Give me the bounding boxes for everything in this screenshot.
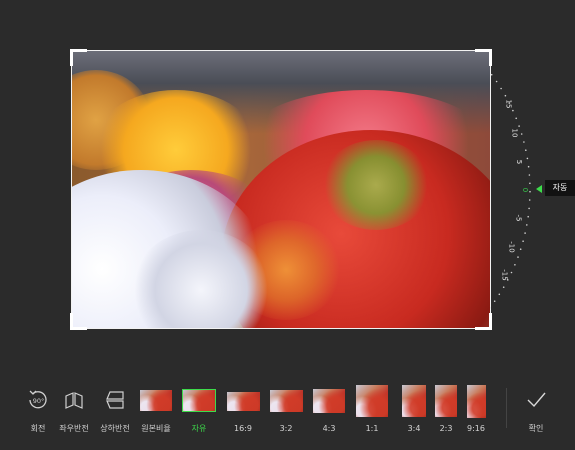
flip-horizontal-label: 좌우반전	[59, 424, 89, 433]
rotate-label: 회전	[30, 424, 46, 433]
rotate-badge: 90°	[33, 397, 45, 405]
dial-tick	[525, 149, 527, 151]
dial-tick	[512, 109, 514, 112]
ratio-4-3-button[interactable]: 4:3	[311, 384, 347, 434]
ratio-1-1-button[interactable]: 1:1	[354, 384, 390, 434]
ratio-2-3-thumbnail	[435, 385, 457, 417]
ratio-label: 3:2	[279, 424, 293, 433]
crop-handle-bottom-right[interactable]	[475, 313, 492, 330]
dial-label: 15	[504, 99, 513, 109]
dial-label-current: 0	[521, 187, 530, 193]
ratio-original-button[interactable]: 원본비율	[138, 384, 174, 434]
ratio-3-4-thumbnail	[402, 385, 426, 417]
dial-tick	[526, 157, 529, 160]
ratio-label: 원본비율	[141, 424, 171, 433]
dial-tick	[527, 215, 529, 218]
dial-tick	[490, 73, 493, 76]
dial-label: 5	[515, 159, 524, 165]
ratio-free-thumbnail	[182, 389, 216, 412]
crop-handle-top-right[interactable]	[475, 49, 492, 66]
dial-tick	[515, 117, 517, 120]
rotate-button[interactable]: 90° 회전	[20, 384, 56, 434]
dial-tick	[495, 80, 498, 83]
crop-handle-top-left[interactable]	[70, 49, 87, 66]
ratio-16-9-button[interactable]: 16:9	[225, 384, 261, 434]
dial-label: 10	[510, 128, 519, 138]
flip-horizontal-button[interactable]: 좌우반전	[56, 384, 92, 434]
dial-tick	[517, 256, 519, 258]
dial-label: -5	[514, 214, 523, 222]
dial-tick	[493, 300, 496, 302]
dial-tick	[522, 240, 524, 242]
dial-label: -10	[507, 241, 516, 253]
crop-frame[interactable]	[70, 49, 492, 330]
dial-tick	[527, 165, 530, 168]
ratio-label: 자유	[191, 424, 207, 433]
dial-tick	[528, 199, 531, 201]
ratio-1-1-thumbnail	[356, 385, 388, 417]
dial-tick	[524, 232, 526, 234]
flip-vertical-button[interactable]: 상하반전	[97, 384, 133, 434]
ratio-9-16-button[interactable]: 9:16	[458, 384, 494, 434]
dial-tick	[529, 182, 531, 185]
ratio-label: 4:3	[322, 424, 336, 433]
ratio-label: 3:4	[407, 424, 421, 433]
dial-tick	[528, 207, 530, 210]
ratio-9-16-thumbnail	[466, 385, 486, 418]
confirm-label: 확인	[528, 424, 544, 433]
dial-tick	[528, 174, 531, 176]
toolbar-divider	[506, 388, 507, 428]
checkmark-icon	[520, 384, 552, 415]
flip-horizontal-icon	[58, 384, 90, 415]
dial-tick	[502, 286, 505, 288]
dial-tick	[520, 133, 523, 135]
dial-tick	[519, 248, 522, 250]
dial-pointer-icon	[536, 185, 542, 193]
ratio-3-2-thumbnail	[269, 390, 303, 412]
dial-tick	[504, 94, 507, 97]
dial-tick	[529, 190, 531, 193]
flip-vertical-icon	[99, 384, 131, 415]
dial-label: -15	[500, 269, 509, 281]
ratio-3-4-button[interactable]: 3:4	[396, 384, 432, 434]
ratio-3-2-button[interactable]: 3:2	[268, 384, 304, 434]
ratio-label: 2:3	[439, 424, 453, 433]
ratio-label: 16:9	[234, 424, 252, 433]
flip-vertical-label: 상하반전	[100, 424, 130, 433]
ratio-4-3-thumbnail	[313, 389, 345, 413]
crop-handle-bottom-left[interactable]	[70, 313, 87, 330]
confirm-button[interactable]: 확인	[518, 384, 554, 434]
dial-tick	[498, 293, 501, 296]
ratio-original-thumbnail	[140, 390, 172, 411]
dial-tick	[510, 271, 513, 274]
ratio-16-9-thumbnail	[226, 392, 260, 411]
ratio-label: 9:16	[467, 424, 485, 433]
auto-straighten-button[interactable]: 자동	[545, 180, 575, 196]
dial-tick	[518, 125, 520, 127]
ratio-free-button[interactable]: 자유	[181, 384, 217, 434]
rotate-icon: 90°	[22, 384, 54, 415]
dial-tick	[523, 141, 525, 143]
dial-tick	[490, 307, 491, 309]
dial-tick	[526, 224, 528, 226]
ratio-label: 1:1	[365, 424, 379, 433]
dial-tick	[514, 264, 516, 266]
dial-tick	[500, 87, 502, 90]
